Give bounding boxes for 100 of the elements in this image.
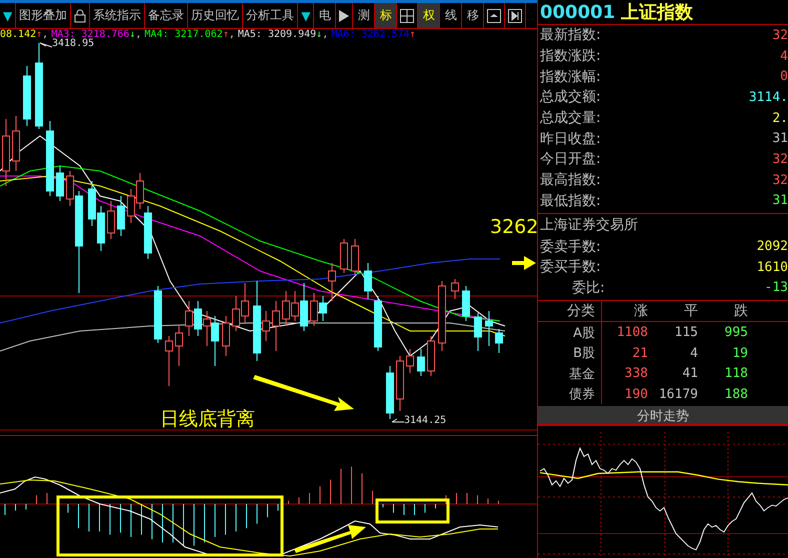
annotation-text: 日线底背离 [160, 410, 255, 429]
toolbar-button[interactable]: 历史回忆 [188, 3, 244, 28]
table-cell: 债券 [538, 384, 602, 404]
quote-value: 0 [780, 69, 788, 84]
toolbar-button[interactable] [484, 3, 506, 28]
skip-end-icon [508, 8, 522, 22]
separator: , [136, 29, 142, 41]
column-header: 涨 [602, 301, 654, 322]
candlestick [462, 286, 470, 322]
candlestick [451, 278, 459, 300]
order-value: 2092 [756, 239, 788, 254]
intraday-button[interactable]: 分时走势 [538, 406, 788, 426]
quote-label: 指数涨幅: [540, 68, 601, 86]
order-value: -13 [764, 280, 788, 296]
table-cell: B股 [538, 342, 602, 364]
toolbar-button[interactable] [505, 3, 526, 28]
toolbar-button[interactable] [397, 3, 418, 28]
moving-average-value: MA4: 3217.062 [144, 29, 223, 41]
toolbar-button[interactable]: 标 [375, 3, 398, 28]
leader-line [40, 42, 52, 48]
column-header: 分类 [538, 301, 602, 322]
quote-value: 32 [772, 172, 788, 188]
trend-arrow: ↑ [410, 29, 416, 41]
candlestick [165, 336, 173, 386]
table-cell-text: 41 [681, 365, 699, 383]
candlestick [364, 262, 372, 300]
candlestick [474, 312, 482, 352]
moving-average-value: MA5: 3209.949 [238, 29, 316, 41]
table-cell-text: 1108 [616, 324, 649, 342]
trend-arrow: ↑ [36, 29, 42, 41]
quote-value: 31 [772, 131, 788, 146]
exchange-name: 上海证券交易所 [539, 216, 639, 236]
candlestick [107, 200, 115, 240]
lock-icon [74, 8, 86, 22]
table-cell-text: 188 [724, 386, 749, 404]
candlestick [427, 336, 435, 376]
quote-label: 最高指数: [540, 171, 601, 190]
candlestick [272, 300, 280, 352]
price-tag: 3262 [490, 218, 538, 237]
quote-label: 指数涨跌: [540, 47, 601, 66]
trend-arrow: ↓ [129, 29, 136, 41]
toolbar-button[interactable] [336, 3, 354, 28]
quote-value: 4 [780, 48, 788, 64]
table-cell-text: 19 [731, 344, 749, 362]
table-cell: A股 [538, 322, 602, 343]
quote-value: 31 [772, 193, 788, 208]
candlestick [222, 316, 230, 356]
table-cell-text: 21 [631, 344, 649, 362]
candlestick [485, 310, 493, 346]
annotation-arrow [294, 525, 366, 553]
table-cell-text: 4 [689, 344, 699, 362]
candlestick [386, 366, 394, 420]
table-cell-text: 190 [624, 386, 649, 404]
separator: , [322, 29, 328, 41]
toolbar-button[interactable]: 权 [418, 3, 440, 28]
toolbar-button[interactable]: 系统指示 [90, 3, 146, 28]
order-value: 1610 [756, 260, 788, 275]
moving-average-value: MA6: 3262.574 [331, 29, 410, 41]
trend-arrow: ↑ [222, 29, 229, 41]
order-label: 委比: [571, 278, 605, 297]
candlestick [23, 66, 31, 126]
play-icon [339, 10, 350, 22]
leader-line [392, 418, 404, 422]
table-cell-text: 118 [724, 365, 749, 383]
table-cell-text: 338 [624, 365, 649, 383]
candlestick [175, 326, 183, 366]
candlestick [351, 238, 359, 276]
moving-average-value: 08.142 [0, 29, 36, 41]
grid-icon [400, 8, 414, 22]
table-cell-text: 995 [724, 324, 749, 342]
toolbar-button[interactable]: 备忘录 [145, 3, 188, 28]
table-cell: 基金 [538, 363, 602, 384]
order-label: 委卖手数: [540, 238, 601, 256]
candlestick [374, 296, 382, 352]
index-name: 上证指数 [621, 1, 694, 24]
candlestick [12, 116, 20, 172]
window-icon [487, 8, 502, 22]
quote-label: 今日开盘: [540, 150, 601, 168]
candlestick [56, 166, 64, 202]
quote-value: 3114. [748, 90, 788, 105]
quote-label: 总成交量: [540, 109, 601, 128]
separator: , [228, 29, 235, 41]
quote-label: 总成交额: [540, 88, 601, 106]
quote-value: 32 [772, 28, 788, 43]
high-price-label: 3418.95 [52, 39, 94, 49]
candlestick [396, 356, 404, 412]
toolbar-button[interactable]: 分析工具 [243, 3, 298, 28]
quote-label: 最低指数: [540, 192, 601, 210]
separator: , [42, 29, 48, 41]
column-header: 跌 [704, 301, 754, 322]
order-label: 委买手数: [540, 258, 601, 276]
trend-arrow: ↓ [316, 29, 322, 41]
annotation-arrow [512, 256, 536, 270]
quote-label: 最新指数: [540, 26, 601, 44]
table-cell-text: 16179 [658, 386, 699, 404]
index-code: 000001 [540, 2, 616, 22]
table-cell-text: 115 [674, 324, 699, 342]
candlestick [154, 286, 162, 344]
quote-value: 2. [772, 110, 788, 126]
candlestick [406, 348, 414, 374]
